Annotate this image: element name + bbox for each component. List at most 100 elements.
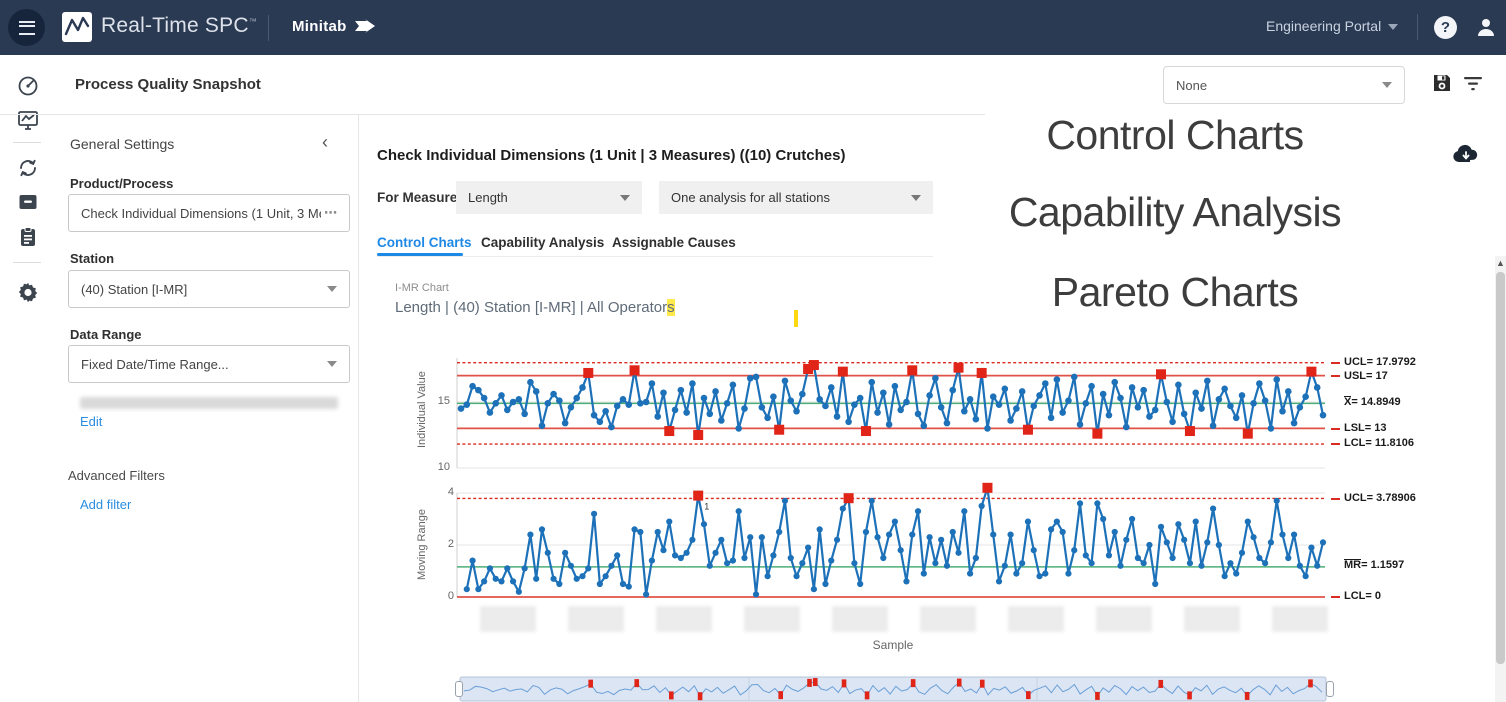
navigator-left-handle[interactable]	[455, 681, 463, 697]
navbar-divider	[268, 15, 269, 41]
y-tick: 15	[428, 395, 450, 407]
scrollbar-thumb[interactable]	[1496, 272, 1505, 664]
overlay-control-charts: Control Charts	[935, 112, 1415, 159]
chevron-down-icon	[911, 195, 921, 201]
lsl-line-tick	[1331, 428, 1340, 430]
y-tick: 4	[432, 486, 454, 498]
redacted-x-tick	[1184, 606, 1240, 632]
chevron-down-icon	[1382, 82, 1392, 88]
data-range-value: Fixed Date/Time Range...	[81, 357, 229, 372]
preset-select-value: None	[1176, 78, 1207, 93]
advanced-filters-label: Advanced Filters	[68, 468, 165, 483]
moving-range-chart[interactable]: 1	[453, 488, 1333, 603]
tab-control-charts[interactable]: Control Charts	[377, 235, 472, 250]
redacted-x-tick	[920, 606, 976, 632]
chevron-down-icon	[327, 286, 337, 292]
help-icon[interactable]: ?	[1434, 16, 1457, 39]
sidebar-divider	[358, 115, 359, 702]
settings-gear-icon[interactable]	[16, 280, 40, 304]
chevron-down-icon	[327, 361, 337, 367]
y-tick: 0	[432, 590, 454, 602]
chevron-down-icon	[1388, 24, 1398, 30]
analysis-title: Check Individual Dimensions (1 Unit | 3 …	[377, 147, 845, 164]
redacted-x-tick	[1008, 606, 1064, 632]
add-filter-link[interactable]: Add filter	[80, 497, 131, 512]
preset-select[interactable]: None	[1163, 66, 1405, 104]
chart-navigator[interactable]	[460, 677, 1330, 702]
icon-rail	[0, 55, 55, 702]
product-process-label: Product/Process	[70, 176, 173, 191]
hamburger-menu-icon[interactable]	[8, 9, 45, 46]
text-cursor-highlight	[794, 310, 798, 327]
filter-icon[interactable]	[1463, 76, 1483, 97]
y-tick: 10	[428, 461, 450, 473]
redacted-x-tick	[1096, 606, 1152, 632]
general-settings-heading: General Settings	[70, 136, 174, 152]
highlighted-character: s	[667, 299, 675, 316]
chart-subtitle: Length | (40) Station [I-MR] | All Opera…	[395, 299, 675, 316]
station-select[interactable]: (40) Station [I-MR]	[68, 270, 350, 308]
tabs-bottom-border	[377, 256, 933, 257]
y-tick: 2	[432, 538, 454, 550]
navbar-divider-right	[1417, 14, 1418, 40]
mr-lcl-stat-label: LCL= 0	[1344, 590, 1381, 602]
lsl-stat-label: LSL= 13	[1344, 422, 1387, 434]
real-time-spc-app: Real-Time SPC™ Minitab Engineering Porta…	[0, 0, 1506, 702]
archive-box-icon[interactable]	[16, 190, 40, 214]
product-process-input[interactable]: Check Individual Dimensions (1 Unit, 3 M…	[68, 194, 350, 232]
user-account-icon[interactable]	[1475, 16, 1497, 43]
spc-logo-icon	[62, 12, 92, 42]
lcl-stat-label: LCL= 11.8106	[1344, 437, 1414, 449]
scrollbar-up-arrow[interactable]: ▲	[1495, 256, 1506, 270]
for-measure-label: For Measure:	[377, 190, 462, 205]
redacted-x-tick	[480, 606, 536, 632]
navigator-right-handle[interactable]	[1326, 681, 1334, 697]
ucl-line-tick	[1331, 362, 1340, 364]
individual-y-axis-label: Individual Value	[416, 352, 428, 467]
usl-stat-label: USL= 17	[1344, 370, 1388, 382]
redacted-x-tick	[568, 606, 624, 632]
analysis-mode-value: One analysis for all stations	[671, 190, 830, 205]
data-range-select[interactable]: Fixed Date/Time Range...	[68, 345, 350, 383]
brand-title: Real-Time SPC™	[101, 14, 257, 38]
station-label: Station	[70, 251, 114, 266]
tab-assignable-causes[interactable]: Assignable Causes	[612, 235, 736, 250]
mr-ucl-line-tick	[1331, 498, 1340, 500]
page-title: Process Quality Snapshot	[75, 76, 261, 93]
header-divider	[0, 114, 985, 115]
monitor-chart-icon[interactable]	[16, 108, 40, 132]
mr-ucl-stat-label: UCL= 3.78906	[1344, 492, 1416, 504]
sync-icon[interactable]	[16, 156, 40, 180]
active-tab-underline	[377, 253, 463, 256]
product-menu-ellipsis-icon[interactable]: ⋯	[324, 205, 337, 221]
analysis-mode-select[interactable]: One analysis for all stations	[659, 181, 933, 214]
save-icon[interactable]	[1431, 72, 1453, 99]
chart-type-label: I-MR Chart	[395, 282, 449, 294]
clipboard-icon[interactable]	[16, 225, 40, 249]
individual-value-chart[interactable]	[453, 350, 1333, 475]
overlay-pareto-charts: Pareto Charts	[935, 269, 1415, 316]
chevron-down-icon	[620, 195, 630, 201]
tab-capability-analysis[interactable]: Capability Analysis	[481, 235, 604, 250]
edit-range-link[interactable]: Edit	[80, 414, 102, 429]
station-value: (40) Station [I-MR]	[81, 282, 187, 297]
dashboard-gauge-icon[interactable]	[16, 74, 40, 98]
overlay-capability-analysis: Capability Analysis	[935, 189, 1415, 236]
mr-lcl-line-tick	[1331, 596, 1340, 598]
moving-range-y-axis-label: Moving Range	[416, 490, 428, 600]
x-axis-label: Sample	[453, 638, 1333, 652]
cloud-download-icon[interactable]	[1452, 144, 1480, 169]
collapse-panel-chevron[interactable]: ‹	[322, 132, 328, 153]
usl-line-tick	[1331, 375, 1340, 377]
lcl-line-tick	[1331, 443, 1340, 445]
rail-divider	[13, 142, 41, 143]
brand-trademark: ™	[249, 17, 257, 26]
portal-selector[interactable]: Engineering Portal	[1266, 18, 1398, 34]
mrbar-stat-label: MR= 1.1597	[1344, 559, 1404, 571]
data-range-label: Data Range	[70, 327, 142, 342]
measure-value: Length	[468, 190, 508, 205]
redacted-date-range-text	[80, 397, 338, 409]
measure-select[interactable]: Length	[456, 181, 642, 214]
rail-divider	[13, 262, 41, 263]
redacted-x-tick	[832, 606, 888, 632]
